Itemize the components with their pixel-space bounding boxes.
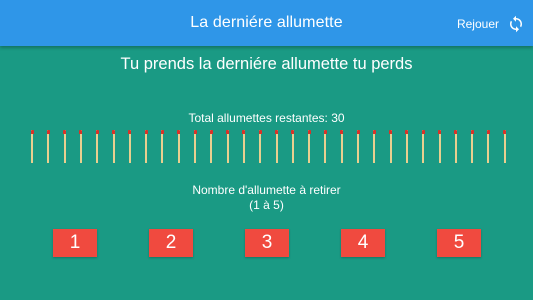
match-stick — [193, 130, 197, 163]
match-stick — [242, 130, 246, 163]
match-stick — [503, 130, 507, 163]
replay-label: Rejouer — [456, 17, 499, 31]
match-stick — [63, 130, 67, 163]
match-stick — [144, 130, 148, 163]
match-stick — [79, 130, 83, 163]
match-stick — [30, 130, 34, 163]
remaining-count-label: Total allumettes restantes: 30 — [188, 111, 345, 125]
instruction: Nombre d'allumette à retirer (1 à 5) — [0, 183, 533, 213]
match-stick — [46, 130, 50, 163]
remove-1-button[interactable]: 1 — [53, 229, 97, 257]
replay-button[interactable]: Rejouer — [457, 12, 525, 36]
match-stick — [454, 130, 458, 163]
remove-4-button[interactable]: 4 — [341, 229, 385, 257]
match-stick — [340, 130, 344, 163]
match-stick — [160, 130, 164, 163]
match-stick — [389, 130, 393, 163]
matches-row — [30, 130, 511, 163]
match-stick — [486, 130, 490, 163]
refresh-icon — [510, 15, 522, 33]
match-stick — [112, 130, 115, 163]
match-stick — [128, 130, 132, 163]
match-stick — [372, 130, 376, 163]
remove-2-button[interactable]: 2 — [149, 229, 193, 257]
match-stick — [258, 130, 262, 163]
match-stick — [95, 130, 99, 163]
match-stick — [356, 130, 360, 163]
match-stick — [275, 130, 278, 163]
game-rule: Tu prends la derniére allumette tu perds — [120, 55, 413, 73]
match-stick — [291, 130, 295, 163]
app-title: La derniére allumette — [190, 14, 343, 31]
match-stick — [405, 130, 409, 163]
match-stick — [209, 130, 213, 163]
match-stick — [438, 130, 441, 163]
match-stick — [307, 130, 311, 163]
remove-5-button[interactable]: 5 — [437, 229, 481, 257]
match-stick — [226, 130, 230, 163]
remove-3-button[interactable]: 3 — [245, 229, 289, 257]
instruction-text: Nombre d'allumette à retirer — [192, 183, 341, 197]
instruction-range: (1 à 5) — [249, 198, 284, 212]
match-stick — [323, 130, 327, 163]
app-bar: La derniére allumette Rejouer — [0, 0, 533, 46]
match-stick — [421, 130, 425, 163]
match-stick — [470, 130, 474, 163]
match-stick — [177, 130, 181, 163]
